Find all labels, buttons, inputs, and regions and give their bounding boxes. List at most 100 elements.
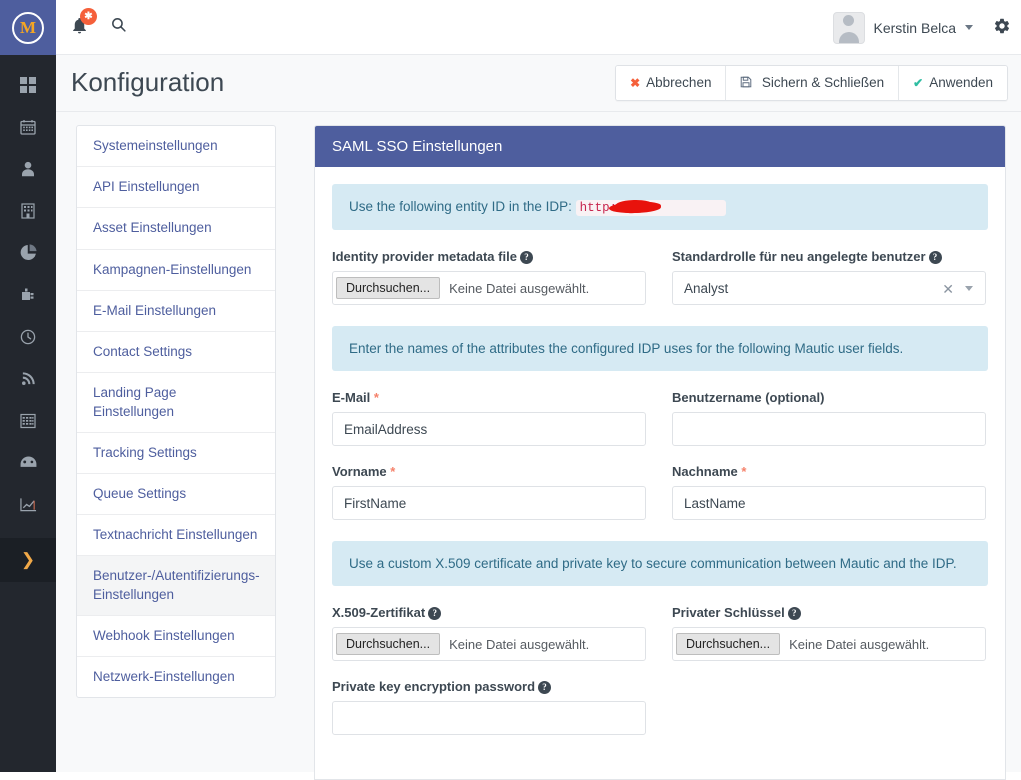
help-icon[interactable]: ? xyxy=(787,607,801,620)
entity-id-alert-text: Use the following entity ID in the IDP: xyxy=(349,199,572,214)
rail-item-plugins[interactable] xyxy=(0,275,56,317)
dashboard-icon xyxy=(20,76,36,96)
sidebar-item-tracking-settings[interactable]: Tracking Settings xyxy=(77,433,275,474)
x509-certificate-field: X.509-Zertifikat? Durchsuchen... Keine D… xyxy=(332,605,646,661)
rail-item-analytics[interactable] xyxy=(0,485,56,527)
check-icon: ✔ xyxy=(913,76,924,90)
x509-certificate-browse-button[interactable]: Durchsuchen... xyxy=(336,633,441,655)
metadata-file-status: Keine Datei ausgewählt. xyxy=(449,280,590,296)
search-button[interactable] xyxy=(104,12,132,40)
apply-button-label: Anwenden xyxy=(929,75,993,90)
notifications-button[interactable]: ✱ xyxy=(66,8,100,44)
entity-id-value: http:/xxxxxxxxxx.de xyxy=(575,200,727,216)
lastname-field: Nachname * xyxy=(672,464,986,520)
sidebar-item-campaign-settings[interactable]: Kampagnen-Einstellungen xyxy=(77,250,275,291)
top-navigation-bar: M ✱ Kerstin Belca xyxy=(0,0,1021,55)
username-input[interactable] xyxy=(672,412,986,446)
sidebar-item-api-settings[interactable]: API Einstellungen xyxy=(77,167,275,209)
mautic-logo-icon: M xyxy=(12,11,44,44)
rail-item-points[interactable] xyxy=(0,317,56,359)
cancel-button-label: Abbrechen xyxy=(646,75,712,90)
panel-body: Use the following entity ID in the IDP: … xyxy=(315,167,1005,752)
line-chart-icon xyxy=(19,497,37,516)
sidebar-item-landing-page-settings[interactable]: Landing Page Einstellungen xyxy=(77,373,275,433)
clear-icon[interactable]: ✕ xyxy=(942,281,954,298)
private-key-label: Privater Schlüssel? xyxy=(672,605,986,620)
rail-item-calendar[interactable] xyxy=(0,107,56,149)
rail-item-stages[interactable] xyxy=(0,359,56,401)
default-role-field: Standardrolle für neu angelegte benutzer… xyxy=(672,249,986,305)
metadata-file-input[interactable]: Durchsuchen... Keine Datei ausgewählt. xyxy=(332,271,646,305)
rail-item-segments[interactable] xyxy=(0,233,56,275)
help-icon[interactable]: ? xyxy=(538,681,552,694)
rail-item-dashboard[interactable] xyxy=(0,65,56,107)
attributes-alert: Enter the names of the attributes the co… xyxy=(332,326,988,371)
key-password-input[interactable] xyxy=(332,701,646,735)
settings-button[interactable] xyxy=(993,0,1011,55)
x509-certificate-status: Keine Datei ausgewählt. xyxy=(449,636,590,652)
certificate-alert: Use a custom X.509 certificate and priva… xyxy=(332,541,988,586)
firstname-label: Vorname * xyxy=(332,464,396,479)
sidebar-item-asset-settings[interactable]: Asset Einstellungen xyxy=(77,208,275,250)
default-role-value: Analyst xyxy=(684,280,729,296)
firstname-field: Vorname * xyxy=(332,464,646,520)
pie-chart-icon xyxy=(20,244,37,264)
sidebar-item-queue-settings[interactable]: Queue Settings xyxy=(77,474,275,516)
required-marker: * xyxy=(741,464,747,479)
private-key-input[interactable]: Durchsuchen... Keine Datei ausgewählt. xyxy=(672,627,986,661)
cancel-button[interactable]: ✖ Abbrechen xyxy=(616,66,727,100)
settings-side-menu: Systemeinstellungen API Einstellungen As… xyxy=(76,125,276,699)
help-icon[interactable]: ? xyxy=(519,251,533,264)
sidebar-item-webhook-settings[interactable]: Webhook Einstellungen xyxy=(77,616,275,658)
rail-item-companies[interactable] xyxy=(0,191,56,233)
key-password-spacer xyxy=(672,679,986,735)
saml-sso-panel: SAML SSO Einstellungen Use the following… xyxy=(314,125,1006,780)
default-role-label: Standardrolle für neu angelegte benutzer… xyxy=(672,249,986,264)
rail-item-forms[interactable] xyxy=(0,401,56,443)
email-label: E-Mail * xyxy=(332,390,379,405)
default-role-select[interactable]: Analyst ✕ xyxy=(672,271,986,305)
firstname-input[interactable] xyxy=(332,486,646,520)
x509-certificate-input[interactable]: Durchsuchen... Keine Datei ausgewählt. xyxy=(332,627,646,661)
sidebar-item-network-settings[interactable]: Netzwerk-Einstellungen xyxy=(77,657,275,697)
username-label: Benutzername (optional) xyxy=(672,390,825,405)
rss-icon xyxy=(21,371,36,389)
apply-button[interactable]: ✔ Anwenden xyxy=(899,66,1007,100)
required-marker: * xyxy=(390,464,396,479)
help-icon[interactable]: ? xyxy=(428,607,442,620)
notification-badge: ✱ xyxy=(80,8,97,25)
clock-icon xyxy=(20,329,36,348)
rail-item-reports[interactable] xyxy=(0,443,56,485)
chevron-down-icon[interactable] xyxy=(965,286,973,291)
save-and-close-button-label: Sichern & Schließen xyxy=(761,75,885,90)
page-title: Konfiguration xyxy=(71,67,225,97)
idp-metadata-row: Identity provider metadata file? Durchsu… xyxy=(332,249,988,305)
person-icon xyxy=(21,161,35,180)
sidebar-item-email-settings[interactable]: E-Mail Einstellungen xyxy=(77,291,275,333)
sidebar-item-user-auth-settings[interactable]: Benutzer-/Autentifizierungs-Einstellunge… xyxy=(77,556,275,616)
gauge-icon xyxy=(20,455,37,473)
rail-item-contacts[interactable] xyxy=(0,149,56,191)
lastname-input[interactable] xyxy=(672,486,986,520)
user-menu[interactable]: Kerstin Belca xyxy=(832,0,973,55)
building-icon xyxy=(21,202,35,222)
email-input[interactable] xyxy=(332,412,646,446)
metadata-file-browse-button[interactable]: Durchsuchen... xyxy=(336,277,441,299)
sidebar-item-contact-settings[interactable]: Contact Settings xyxy=(77,332,275,374)
certificate-key-row: X.509-Zertifikat? Durchsuchen... Keine D… xyxy=(332,605,988,661)
panel-title: SAML SSO Einstellungen xyxy=(315,126,1005,167)
help-icon[interactable]: ? xyxy=(928,251,942,264)
plugin-icon xyxy=(20,287,36,306)
sidebar-item-text-message-settings[interactable]: Textnachricht Einstellungen xyxy=(77,515,275,557)
key-password-field: Private key encryption password? xyxy=(332,679,646,735)
mautic-logo[interactable]: M xyxy=(0,0,56,55)
sidebar-item-system-settings[interactable]: Systemeinstellungen xyxy=(77,126,275,168)
x509-certificate-label: X.509-Zertifikat? xyxy=(332,605,646,620)
private-key-browse-button[interactable]: Durchsuchen... xyxy=(676,633,781,655)
content-area: Systemeinstellungen API Einstellungen As… xyxy=(56,112,1021,780)
email-username-row: E-Mail * Benutzername (optional) xyxy=(332,390,988,446)
save-and-close-button[interactable]: Sichern & Schließen xyxy=(726,66,900,100)
rail-expand-button[interactable]: ❯ xyxy=(0,538,56,582)
private-key-field: Privater Schlüssel? Durchsuchen... Keine… xyxy=(672,605,986,661)
chevron-down-icon xyxy=(965,25,973,30)
